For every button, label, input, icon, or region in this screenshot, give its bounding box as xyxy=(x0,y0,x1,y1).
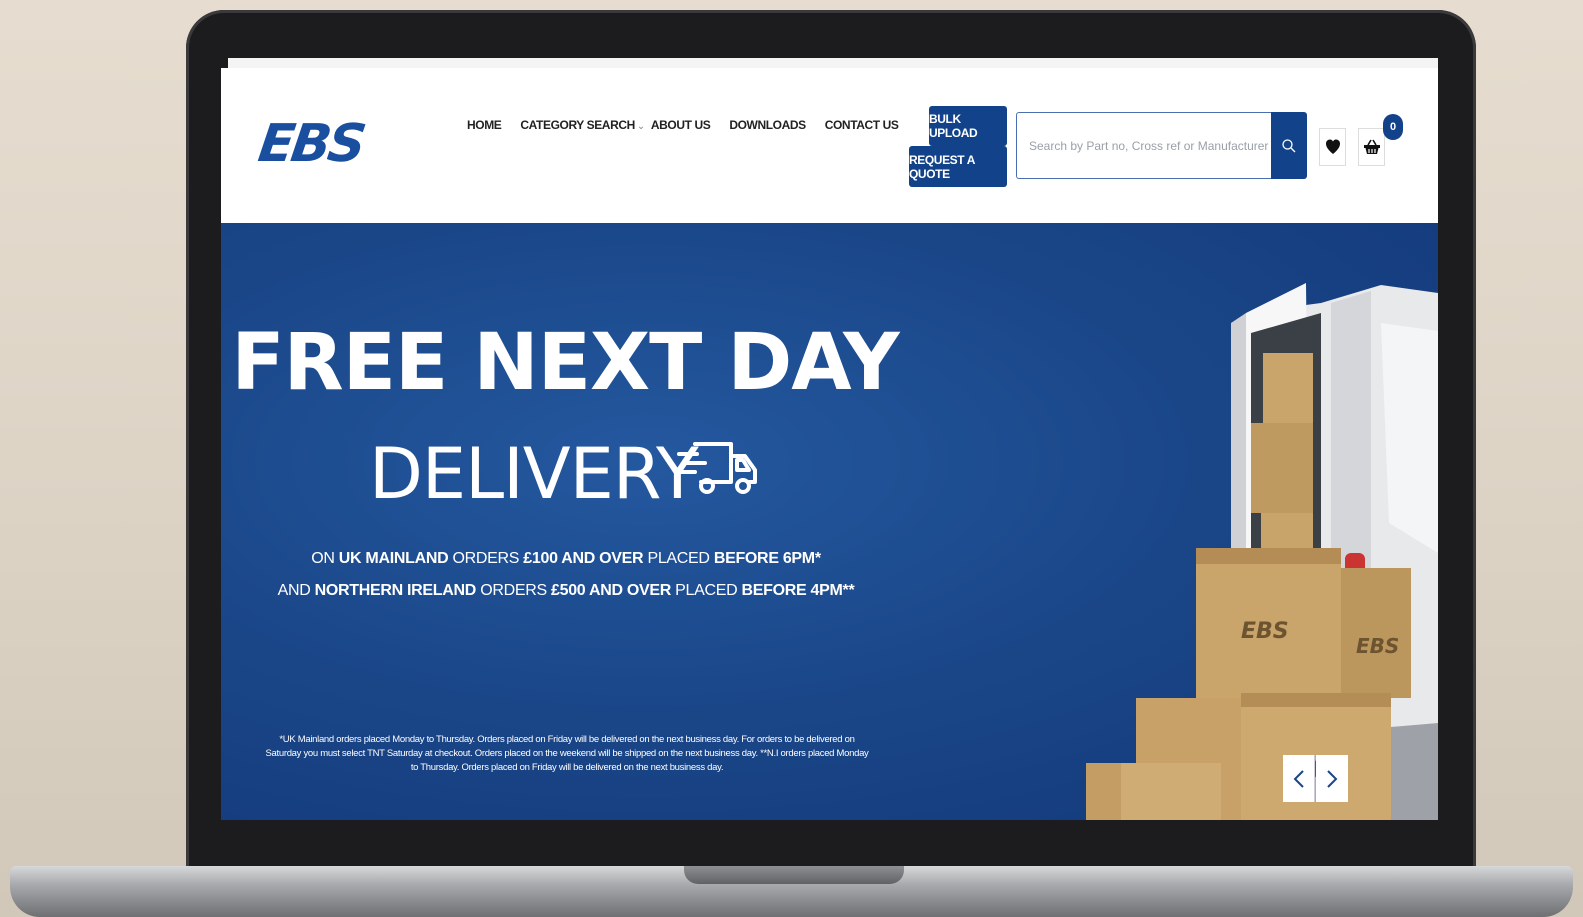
request-quote-button[interactable]: REQUEST A QUOTE xyxy=(909,146,1007,187)
box-label-1: EBS xyxy=(1241,619,1289,644)
chevron-left-icon xyxy=(1293,769,1304,788)
nav-category-search-label: CATEGORY SEARCH xyxy=(520,118,635,132)
heart-icon xyxy=(1325,139,1340,154)
box-label-2: EBS xyxy=(1356,634,1399,658)
nav-contact-us[interactable]: CONTACT US xyxy=(825,118,899,132)
nav-about-us[interactable]: ABOUT US xyxy=(651,118,711,132)
basket-button[interactable] xyxy=(1358,128,1385,166)
hero-banner: FREE NEXT DAY DELIVERY ON UK MAINLAND OR… xyxy=(221,223,1438,820)
hero-headline-line1: FREE NEXT DAY xyxy=(231,318,899,408)
offer-ni-text-3: PLACED xyxy=(671,582,742,599)
hero-offer-uk: ON UK MAINLAND ORDERS £100 AND OVER PLAC… xyxy=(221,550,911,568)
wishlist-button[interactable] xyxy=(1319,128,1346,166)
hero-fine-print: *UK Mainland orders placed Monday to Thu… xyxy=(265,734,869,773)
ebs-logo[interactable]: EBS xyxy=(255,114,367,174)
offer-uk-text-1: ON xyxy=(311,550,339,567)
offer-uk-threshold: £100 AND OVER xyxy=(523,550,644,567)
offer-ni-threshold: £500 AND OVER xyxy=(551,582,671,599)
search-input[interactable] xyxy=(1017,113,1271,178)
nav-downloads[interactable]: DOWNLOADS xyxy=(729,118,806,132)
chevron-down-icon: ⌄ xyxy=(636,121,645,132)
site-header: EBS HOME CATEGORY SEARCH ⌄ ABOUT US DOWNL… xyxy=(221,68,1438,223)
offer-uk-text-2: ORDERS xyxy=(448,550,524,567)
slider-next-button[interactable] xyxy=(1316,755,1348,802)
hero-headline-line2: DELIVERY xyxy=(369,433,699,515)
offer-ni-text-2: ORDERS xyxy=(476,582,551,599)
basket-icon xyxy=(1363,139,1380,154)
main-nav: HOME CATEGORY SEARCH ⌄ ABOUT US DOWNLOADS… xyxy=(467,118,918,132)
website-screen: EBS HOME CATEGORY SEARCH ⌄ ABOUT US DOWNL… xyxy=(221,68,1438,820)
laptop-notch xyxy=(684,866,904,884)
bulk-upload-button[interactable]: BULK UPLOAD xyxy=(929,106,1007,146)
offer-uk-cutoff: BEFORE 6PM* xyxy=(713,550,821,567)
nav-category-search[interactable]: CATEGORY SEARCH ⌄ xyxy=(520,118,645,132)
offer-ni-cutoff: BEFORE 4PM** xyxy=(741,582,855,599)
offer-ni-text-1: AND xyxy=(277,582,315,599)
delivery-van-illustration: EBS EBS EBS xyxy=(1086,283,1438,820)
delivery-truck-icon xyxy=(675,442,757,494)
slider-prev-button[interactable] xyxy=(1283,755,1315,802)
chevron-right-icon xyxy=(1327,769,1338,788)
nav-home[interactable]: HOME xyxy=(467,118,502,132)
search-button[interactable] xyxy=(1271,112,1307,179)
offer-ni-region: NORTHERN IRELAND xyxy=(314,582,477,599)
cart-count-badge: 0 xyxy=(1383,114,1403,140)
hero-offer-ni: AND NORTHERN IRELAND ORDERS £500 AND OVE… xyxy=(221,582,911,600)
offer-uk-text-3: PLACED xyxy=(643,550,714,567)
search-field xyxy=(1016,112,1272,179)
search-icon xyxy=(1282,138,1296,152)
offer-uk-region: UK MAINLAND xyxy=(338,550,449,567)
